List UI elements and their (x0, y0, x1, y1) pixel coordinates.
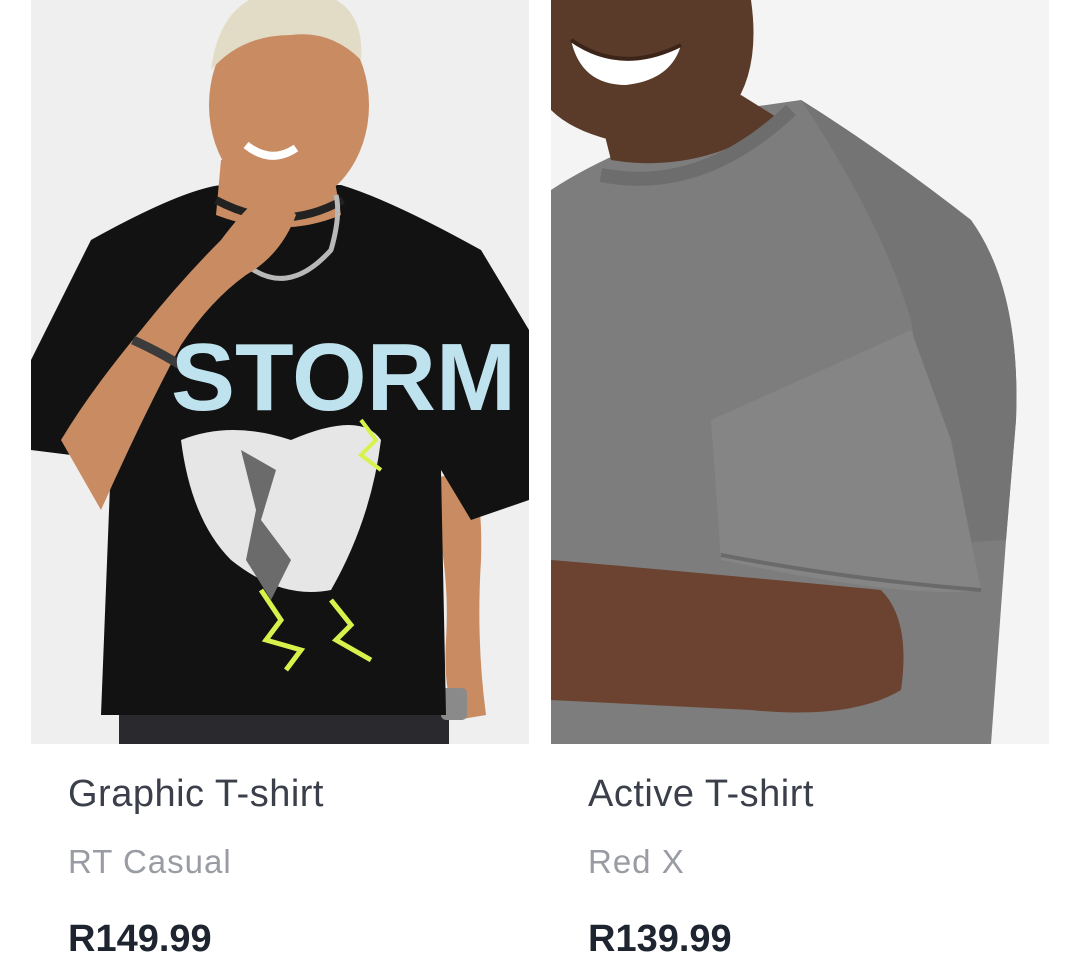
product-brand: Red X (588, 843, 685, 880)
product-image[interactable] (551, 0, 1049, 744)
product-name[interactable]: Active T-shirt (588, 773, 814, 816)
product-price: R149.99 (68, 918, 212, 960)
product-grid: STORM Graphic T-shirt RT Casual R149.99 (0, 0, 1074, 968)
storm-graphic-text: STORM (171, 324, 516, 431)
product-image[interactable]: STORM (31, 0, 529, 744)
product-card[interactable]: Active T-shirt Red X R139.99 (551, 0, 1049, 968)
product-price: R139.99 (588, 918, 732, 960)
product-brand: RT Casual (68, 843, 232, 880)
product-card[interactable]: STORM Graphic T-shirt RT Casual R149.99 (31, 0, 529, 968)
product-name[interactable]: Graphic T-shirt (68, 773, 324, 816)
